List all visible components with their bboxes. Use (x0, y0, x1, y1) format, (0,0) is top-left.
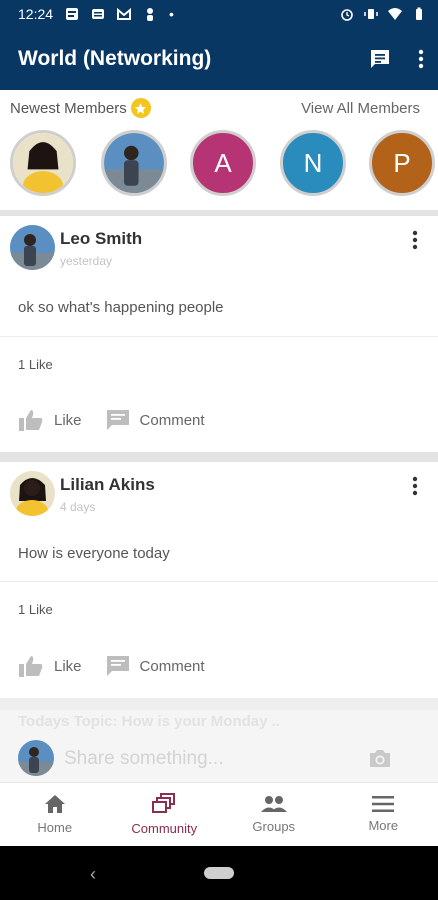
post-divider (0, 336, 438, 337)
member-avatar[interactable]: N (280, 130, 346, 196)
member-photo-icon (13, 133, 73, 193)
thumbs-up-icon (19, 656, 43, 677)
post-divider (0, 581, 438, 582)
member-avatar[interactable] (10, 130, 76, 196)
post-author-avatar[interactable] (10, 471, 55, 516)
author-photo-icon (10, 225, 55, 270)
comment-label: Comment (139, 657, 205, 675)
like-label: Like (54, 411, 82, 429)
composer-avatar (18, 740, 54, 776)
comment-button[interactable]: Comment (106, 409, 205, 431)
system-home-pill[interactable] (204, 867, 234, 879)
post-author-avatar[interactable] (10, 225, 55, 270)
wifi-icon (388, 8, 402, 20)
nav-community-label: Community (131, 821, 198, 836)
comment-button[interactable]: Comment (106, 655, 205, 677)
more-vert-icon[interactable] (418, 49, 424, 69)
vibrate-icon (364, 9, 378, 19)
status-bar: 12:24 • (0, 0, 438, 28)
post-like-count[interactable]: 1 Like (18, 602, 53, 617)
member-avatar[interactable]: P (369, 130, 435, 196)
notification-image-icon (66, 8, 79, 20)
post-card: Lilian Akins 4 days How is everyone toda… (0, 462, 438, 698)
chat-icon[interactable] (368, 47, 392, 71)
post-like-count[interactable]: 1 Like (18, 357, 53, 372)
system-back-icon[interactable]: ‹ (90, 864, 96, 885)
home-icon (44, 795, 65, 813)
post-text: How is everyone today (18, 545, 170, 562)
nav-groups[interactable]: Groups (219, 783, 329, 846)
share-something-input[interactable]: Share something... (64, 748, 223, 770)
menu-icon (372, 796, 395, 812)
member-avatar[interactable] (101, 130, 167, 196)
comment-label: Comment (139, 411, 205, 429)
todays-topic: Todays Topic: How is your Monday .. (18, 713, 280, 730)
notification-message-icon (92, 9, 105, 19)
nav-home-label: Home (37, 820, 73, 835)
section-divider (0, 452, 438, 462)
status-dot: • (169, 6, 174, 22)
app-bar: World (Networking) (0, 28, 438, 90)
like-label: Like (54, 657, 82, 675)
member-initial: P (393, 147, 411, 178)
thumbs-up-icon (19, 410, 43, 431)
user-photo-icon (18, 740, 54, 776)
newest-members-section: Newest Members View All Members A N P (0, 90, 438, 210)
like-button[interactable]: Like (18, 654, 82, 678)
alarm-icon (341, 9, 353, 21)
groups-icon (260, 796, 287, 812)
like-button[interactable]: Like (18, 408, 82, 432)
member-avatar[interactable]: A (190, 130, 256, 196)
nav-home[interactable]: Home (0, 783, 110, 846)
post-author-name[interactable]: Lilian Akins (60, 475, 155, 495)
comment-icon (106, 656, 129, 676)
post-text: ok so what's happening people (18, 299, 224, 316)
post-more-icon[interactable] (412, 230, 418, 250)
community-icon (152, 793, 176, 813)
camera-icon[interactable] (368, 748, 392, 768)
post-card: Leo Smith yesterday ok so what's happeni… (0, 216, 438, 452)
notification-person-icon (147, 8, 154, 21)
nav-more-label: More (368, 818, 399, 833)
composer: Todays Topic: How is your Monday .. Shar… (0, 710, 438, 782)
system-navigation-bar: ‹ (0, 846, 438, 900)
comment-icon (106, 410, 129, 430)
nav-more[interactable]: More (329, 783, 438, 846)
bottom-navigation: Home Community Groups More (0, 782, 438, 846)
view-all-members-link[interactable]: View All Members (301, 100, 420, 117)
post-author-name[interactable]: Leo Smith (60, 229, 142, 249)
newest-members-title: Newest Members (10, 99, 127, 117)
post-timestamp: yesterday (60, 254, 113, 268)
battery-icon (416, 7, 422, 20)
member-photo-icon (104, 133, 164, 193)
author-photo-icon (10, 471, 55, 516)
nav-groups-label: Groups (252, 819, 296, 834)
member-initial: A (214, 147, 232, 178)
star-icon (130, 98, 151, 118)
notification-mail-icon (117, 7, 132, 20)
post-more-icon[interactable] (412, 476, 418, 496)
post-timestamp: 4 days (60, 500, 96, 514)
nav-community[interactable]: Community (110, 783, 220, 846)
status-time: 12:24 (18, 6, 54, 22)
member-initial: N (303, 147, 323, 178)
app-title: World (Networking) (18, 47, 212, 70)
